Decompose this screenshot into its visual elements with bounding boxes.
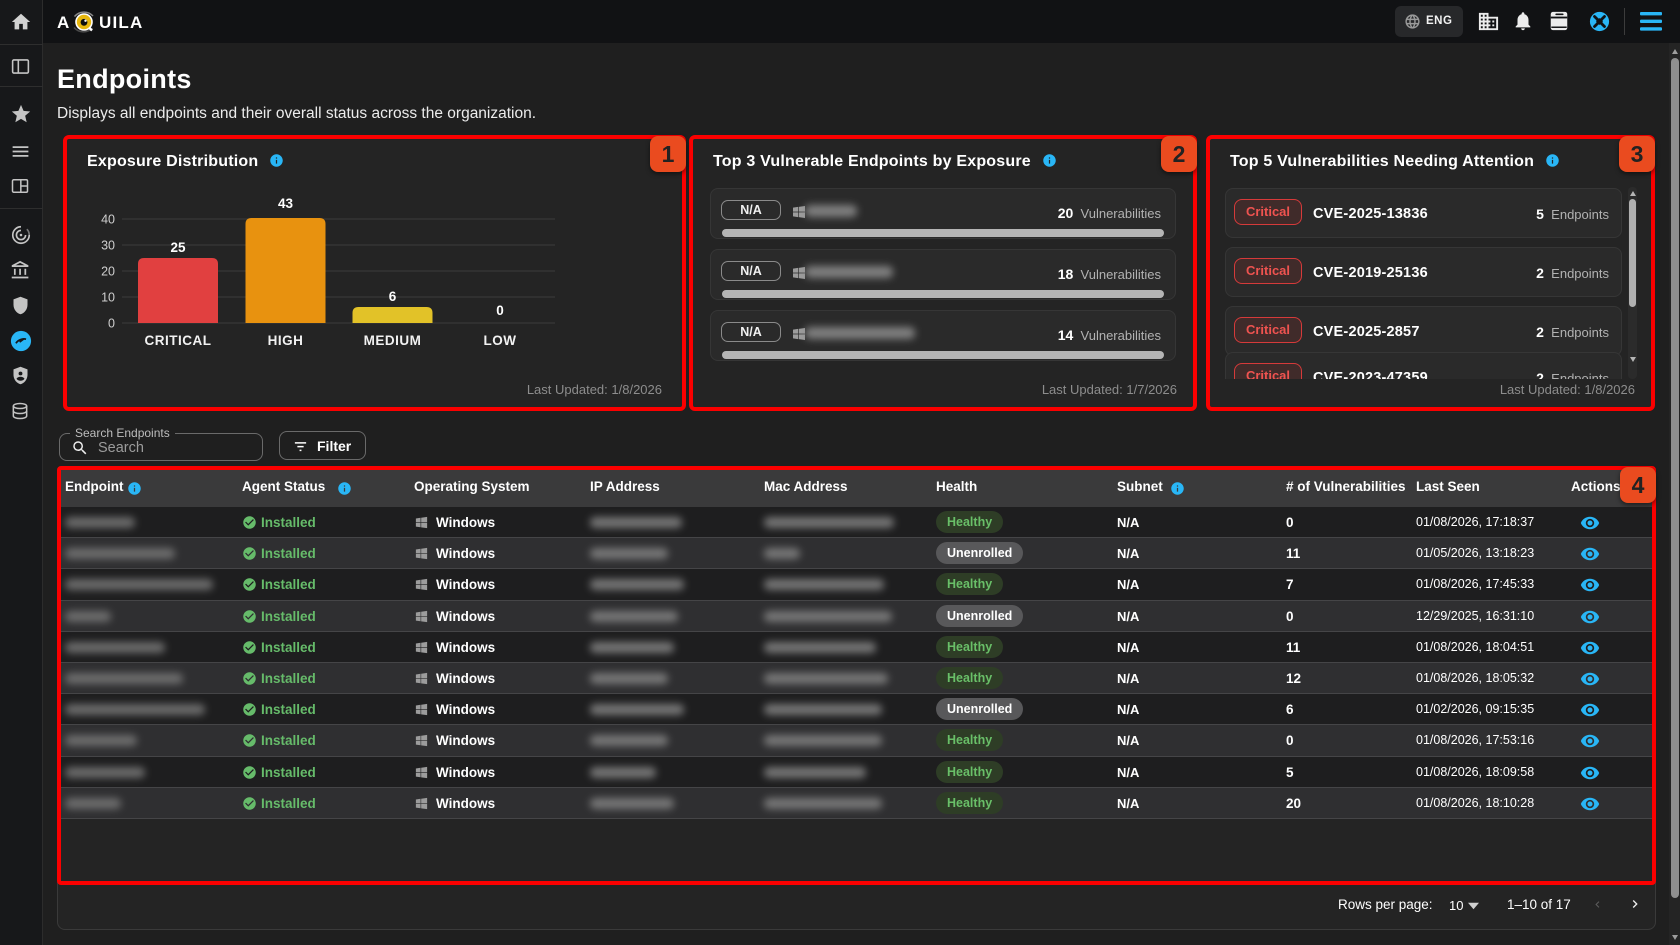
svg-text:HIGH: HIGH [268, 333, 304, 348]
svg-text:LOW: LOW [484, 333, 517, 348]
svg-text:20: 20 [101, 265, 115, 279]
svg-text:10: 10 [101, 291, 115, 305]
svg-text:40: 40 [101, 213, 115, 227]
svg-text:0: 0 [108, 317, 115, 331]
svg-text:25: 25 [170, 240, 186, 255]
svg-text:30: 30 [101, 239, 115, 253]
svg-text:6: 6 [389, 289, 397, 304]
svg-text:MEDIUM: MEDIUM [364, 333, 422, 348]
svg-text:43: 43 [278, 196, 294, 211]
svg-text:CRITICAL: CRITICAL [145, 333, 212, 348]
svg-text:0: 0 [496, 303, 504, 318]
